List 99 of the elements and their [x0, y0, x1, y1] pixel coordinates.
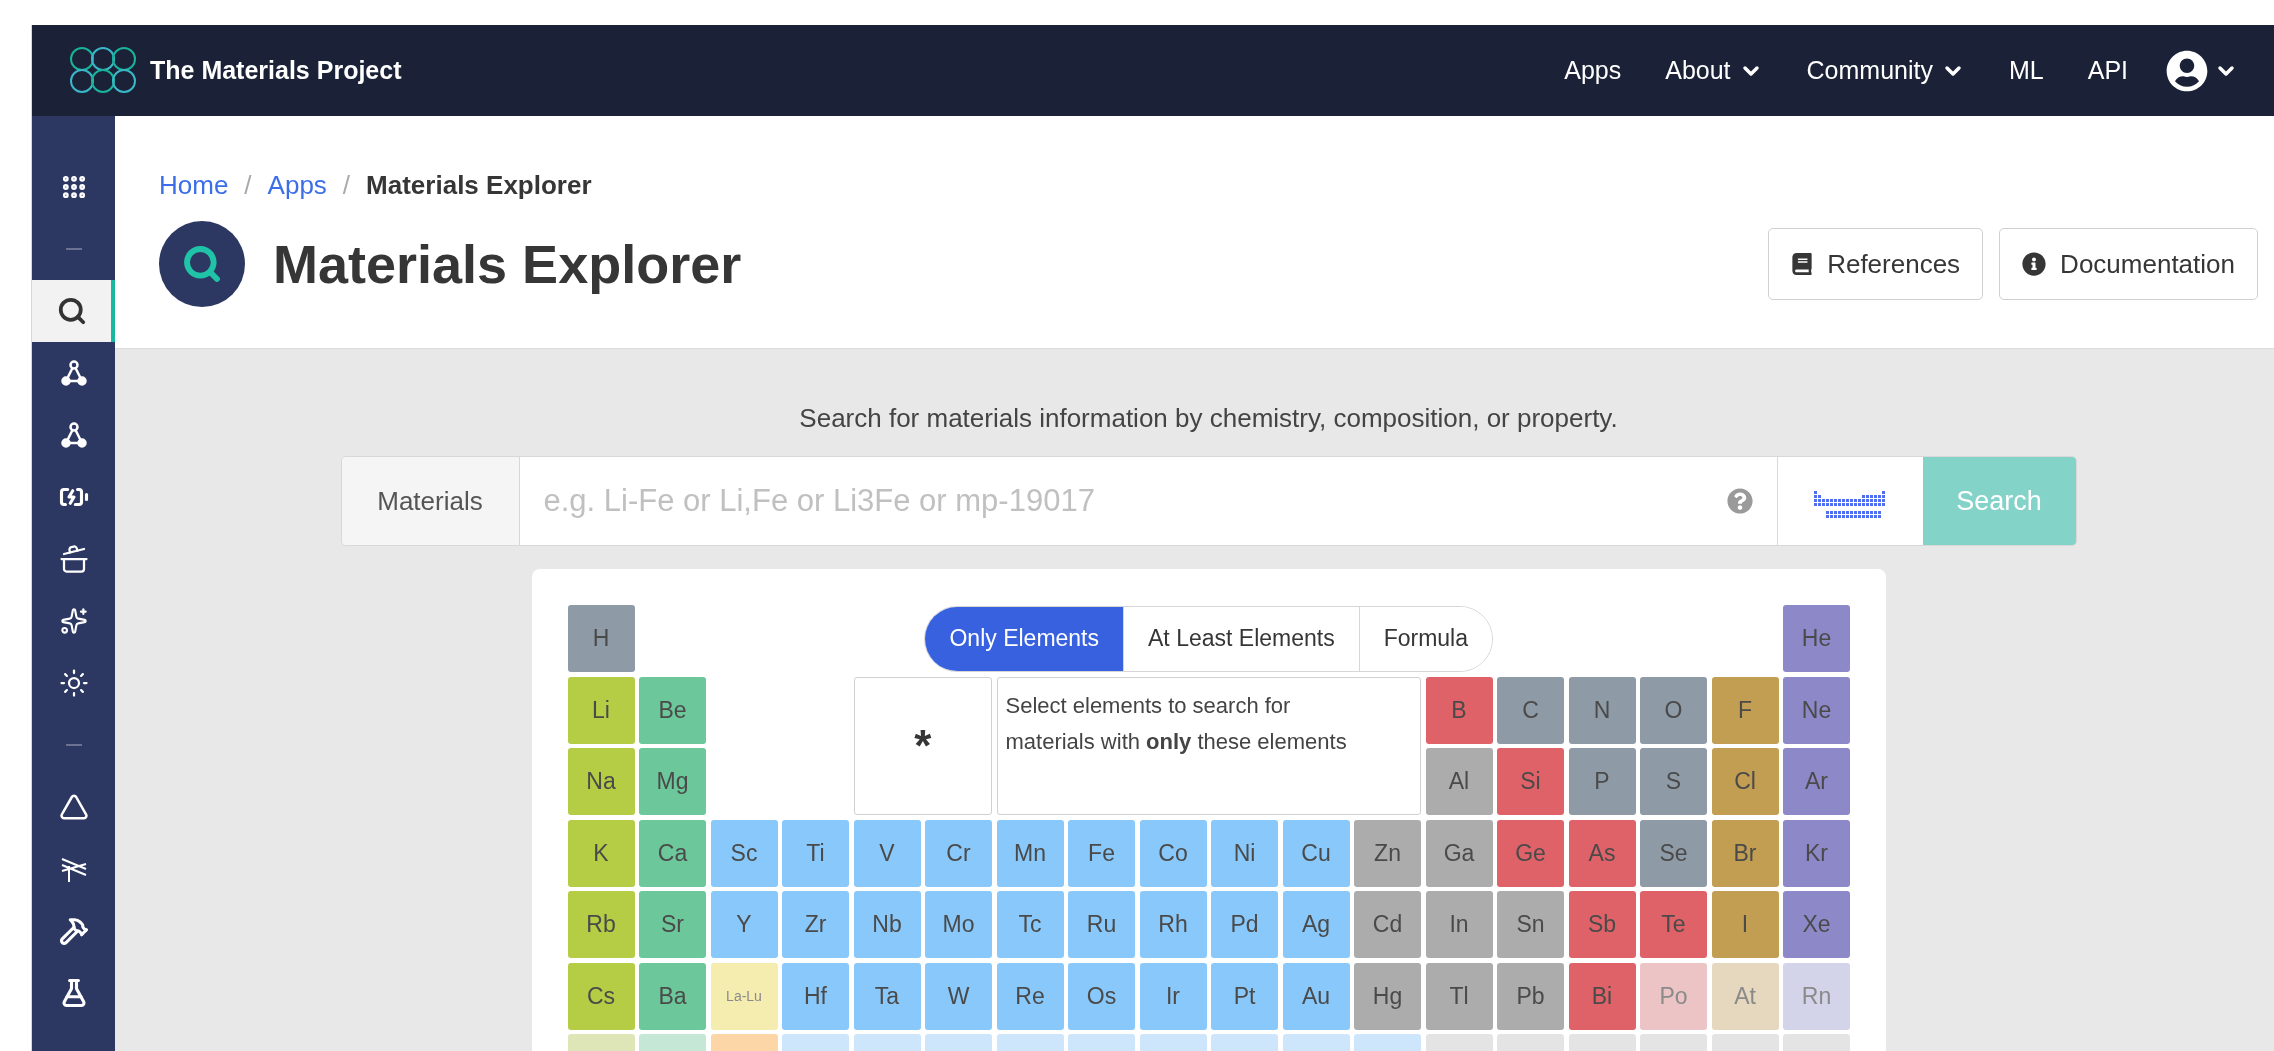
references-button[interactable]: References	[1768, 228, 1984, 300]
element-cell[interactable]: Cl	[1711, 748, 1779, 815]
element-cell[interactable]: Nb	[853, 891, 921, 958]
element-cell[interactable]: Ge	[1497, 819, 1564, 887]
element-cell[interactable]: Cr	[925, 819, 992, 887]
nav-link[interactable]: About	[1665, 51, 1763, 90]
element-cell[interactable]: Zn	[1354, 819, 1421, 887]
element-cell[interactable]: Ti	[782, 819, 849, 887]
element-cell[interactable]: K	[567, 819, 635, 887]
mode-hint: Select elements to search for materials with only these elements	[1005, 691, 1348, 756]
element-cell[interactable]: Rb	[567, 891, 635, 958]
site-title[interactable]: The Materials Project	[150, 51, 402, 90]
element-cell[interactable]: I	[1711, 891, 1779, 958]
element-cell[interactable]: Ag	[1282, 891, 1350, 958]
wildcard-cell[interactable]: *	[853, 676, 992, 815]
element-cell[interactable]: Tc	[996, 891, 1064, 958]
element-cell[interactable]: In	[1425, 891, 1493, 958]
nav-link[interactable]: Apps	[1564, 51, 1622, 90]
user-avatar-icon	[2166, 49, 2208, 92]
element-cell[interactable]: Al	[1425, 748, 1493, 815]
element-cell[interactable]: Mo	[925, 891, 992, 958]
molecule-icon	[59, 421, 88, 449]
element-cell[interactable]: Sb	[1568, 891, 1636, 958]
page-title: Materials Explorer	[273, 232, 742, 296]
pot-icon	[58, 544, 89, 574]
mode-tab[interactable]: Formula	[1358, 606, 1493, 671]
sparkle-icon	[59, 607, 88, 635]
element-cell[interactable]: Hf	[782, 962, 849, 1030]
element-cell[interactable]: Kr	[1783, 819, 1850, 887]
element-cell[interactable]: Co	[1139, 819, 1207, 887]
element-cell[interactable]: Sr	[639, 891, 706, 958]
element-cell[interactable]: O	[1640, 676, 1707, 744]
element-cell[interactable]: Mg	[639, 748, 706, 815]
element-cell[interactable]: Sn	[1497, 891, 1564, 958]
element-cell[interactable]: Ta	[853, 962, 921, 1030]
book-icon	[1791, 253, 1814, 275]
element-cell[interactable]: Ni	[1211, 819, 1278, 887]
element-cell[interactable]: He	[1783, 605, 1850, 672]
element-cell[interactable]: Ca	[639, 819, 706, 887]
element-cell[interactable]: N	[1568, 676, 1636, 744]
element-cell[interactable]: Li	[567, 676, 635, 744]
triangle-icon	[58, 792, 89, 822]
breadcrumb-link[interactable]: Apps	[267, 166, 327, 205]
info-icon	[2022, 252, 2047, 276]
element-cell[interactable]: Pd	[1211, 891, 1278, 958]
element-cell[interactable]: Re	[996, 962, 1064, 1030]
documentation-button[interactable]: Documentation	[1999, 228, 2258, 300]
search-icon	[56, 296, 87, 326]
element-cell[interactable]: V	[853, 819, 921, 887]
element-cell[interactable]: Au	[1282, 962, 1350, 1030]
nav-link[interactable]: Community	[1806, 51, 1965, 90]
element-cell[interactable]: Pt	[1211, 962, 1278, 1030]
element-cell[interactable]: F	[1711, 676, 1779, 744]
element-cell[interactable]: Os	[1068, 962, 1135, 1030]
element-cell[interactable]: As	[1568, 819, 1636, 887]
element-cell[interactable]: Ru	[1068, 891, 1135, 958]
element-cell[interactable]: Ar	[1783, 748, 1850, 815]
element-cell[interactable]: Tl	[1425, 962, 1493, 1030]
element-cell[interactable]: Xe	[1783, 891, 1850, 958]
element-cell[interactable]: Pb	[1497, 962, 1564, 1030]
element-cell[interactable]: W	[925, 962, 992, 1030]
element-cell[interactable]: Be	[639, 676, 706, 744]
element-cell[interactable]: Fe	[1068, 819, 1135, 887]
element-cell[interactable]: Y	[710, 891, 778, 958]
element-cell[interactable]: Te	[1640, 891, 1707, 958]
element-cell[interactable]: Se	[1640, 819, 1707, 887]
breadcrumb-link[interactable]: Home	[159, 166, 229, 205]
element-cell[interactable]: Mn	[996, 819, 1064, 887]
nav-link[interactable]: API	[2087, 51, 2128, 90]
sidebar-item[interactable]	[32, 280, 115, 342]
breadcrumb-current: Materials Explorer	[366, 169, 592, 202]
search-caption: Search for materials information by chemistry, composition, or property.	[799, 402, 1618, 435]
tools-icon	[58, 916, 89, 946]
element-cell[interactable]: P	[1568, 748, 1636, 815]
nav-link[interactable]: ML	[2008, 51, 2044, 90]
element-cell[interactable]: Cd	[1354, 891, 1421, 958]
element-cell[interactable]: Cu	[1282, 819, 1350, 887]
element-cell[interactable]: C	[1497, 676, 1564, 744]
breadcrumb-separator: /	[342, 169, 351, 202]
element-cell[interactable]: Rh	[1139, 891, 1207, 958]
element-cell[interactable]: H	[567, 605, 635, 672]
element-cell[interactable]: Ga	[1425, 819, 1493, 887]
element-cell[interactable]: Si	[1497, 748, 1564, 815]
element-cell[interactable]: B	[1425, 676, 1493, 744]
molecule-icon	[59, 359, 88, 387]
element-cell[interactable]: Ir	[1139, 962, 1207, 1030]
element-cell[interactable]: Cs	[567, 962, 635, 1030]
element-cell[interactable]: Bi	[1568, 962, 1636, 1030]
element-cell[interactable]: Zr	[782, 891, 849, 958]
breadcrumb-separator: /	[244, 169, 252, 202]
element-cell[interactable]: Na	[567, 748, 635, 815]
element-cell[interactable]: Ba	[639, 962, 706, 1030]
element-cell[interactable]: Hg	[1354, 962, 1421, 1030]
element-cell[interactable]: Br	[1711, 819, 1779, 887]
logo-icon	[68, 46, 138, 95]
mode-tab[interactable]: Only Elements	[925, 606, 1123, 671]
element-cell[interactable]: S	[1640, 748, 1707, 815]
element-cell[interactable]: Sc	[710, 819, 778, 887]
element-cell[interactable]: Ne	[1783, 676, 1850, 744]
